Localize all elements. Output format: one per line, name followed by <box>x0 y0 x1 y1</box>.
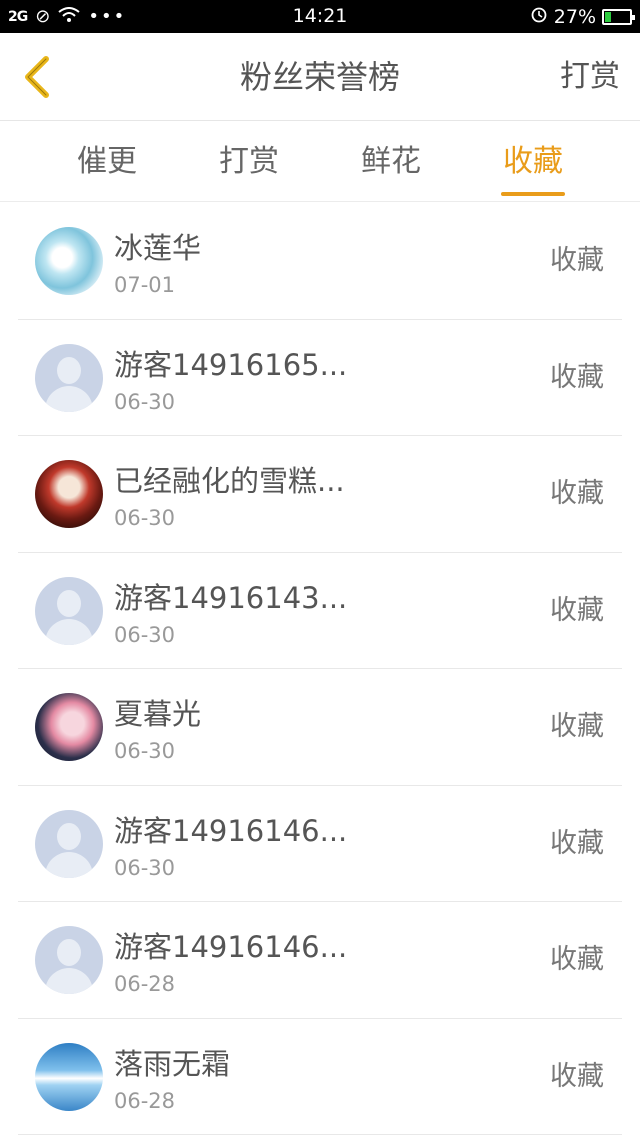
default-avatar-head <box>57 822 81 850</box>
support-type: 收藏 <box>550 1060 604 1092</box>
fan-name: 游客14916146... <box>114 813 348 848</box>
fan-name: 已经融化的雪糕... <box>114 464 345 498</box>
fan-list: 冰莲华 07-01 收藏 游客14916165... 06-30 收藏 已经融化… <box>18 203 622 1135</box>
support-type: 收藏 <box>550 245 604 276</box>
tab-label: 收藏 <box>503 144 563 179</box>
default-avatar-body <box>45 618 93 645</box>
status-bar: 2G ⊘ ••• 14:21 27% <box>0 0 640 33</box>
list-item[interactable]: 夏暮光 06-30 收藏 <box>18 669 622 786</box>
fan-date: 06-30 <box>114 389 176 414</box>
fan-name: 夏暮光 <box>114 697 202 731</box>
header-bar: 粉丝荣誉榜 打赏 <box>0 33 640 121</box>
fan-name: 落雨无霜 <box>114 1046 231 1081</box>
avatar <box>35 576 103 645</box>
fan-date: 06-30 <box>114 855 176 880</box>
tab-reward[interactable]: 打赏 <box>189 122 309 202</box>
tab-label: 催更 <box>77 144 137 179</box>
fan-name: 游客14916146... <box>114 930 348 964</box>
default-avatar-head <box>57 589 81 617</box>
default-avatar-body <box>45 851 93 878</box>
reward-button[interactable]: 打赏 <box>560 33 620 121</box>
fan-name: 冰莲华 <box>114 231 202 265</box>
list-item[interactable]: 游客14916146... 06-30 收藏 <box>18 786 622 902</box>
default-avatar-body <box>45 385 93 412</box>
support-type: 收藏 <box>550 478 604 509</box>
avatar <box>35 693 103 761</box>
avatar <box>35 460 103 528</box>
avatar <box>35 926 103 994</box>
tab-flowers[interactable]: 鲜花 <box>331 122 451 202</box>
default-avatar-head <box>57 356 81 384</box>
list-item[interactable]: 游客14916143... 06-30 收藏 <box>18 553 622 669</box>
alarm-icon <box>530 5 548 28</box>
tab-bar: 催更 打赏 鲜花 收藏 <box>0 122 640 202</box>
tab-label: 鲜花 <box>361 144 421 179</box>
list-item[interactable]: 落雨无霜 06-28 收藏 <box>18 1019 622 1135</box>
fan-date: 06-30 <box>114 739 176 763</box>
list-item[interactable]: 游客14916165... 06-30 收藏 <box>18 320 622 436</box>
fan-date: 06-28 <box>114 1088 176 1113</box>
avatar <box>35 227 103 295</box>
default-avatar-head <box>57 939 81 966</box>
tab-urge[interactable]: 催更 <box>47 122 167 202</box>
battery-percent: 27% <box>553 5 596 28</box>
fan-date: 07-01 <box>114 273 176 297</box>
avatar <box>35 1042 103 1111</box>
active-tab-indicator <box>501 192 565 196</box>
list-item[interactable]: 冰莲华 07-01 收藏 <box>18 203 622 320</box>
support-type: 收藏 <box>550 711 604 742</box>
default-avatar-body <box>45 968 93 994</box>
tab-label: 打赏 <box>219 144 279 179</box>
status-right: 27% <box>530 0 635 33</box>
fan-name: 游客14916143... <box>114 580 348 615</box>
battery-icon <box>602 8 635 25</box>
support-type: 收藏 <box>550 361 604 393</box>
avatar <box>35 343 103 412</box>
support-type: 收藏 <box>550 594 604 626</box>
fan-date: 06-30 <box>114 622 176 647</box>
page-title: 粉丝荣誉榜 <box>239 58 400 96</box>
list-item[interactable]: 游客14916146... 06-28 收藏 <box>18 902 622 1019</box>
fan-name: 游客14916165... <box>114 347 348 382</box>
support-type: 收藏 <box>550 827 604 859</box>
support-type: 收藏 <box>550 944 604 975</box>
battery-level-fill <box>605 11 612 22</box>
avatar <box>35 809 103 878</box>
fan-date: 06-30 <box>114 506 176 530</box>
list-item[interactable]: 已经融化的雪糕... 06-30 收藏 <box>18 436 622 553</box>
fan-date: 06-28 <box>114 972 176 996</box>
tab-favorites[interactable]: 收藏 <box>473 122 593 202</box>
